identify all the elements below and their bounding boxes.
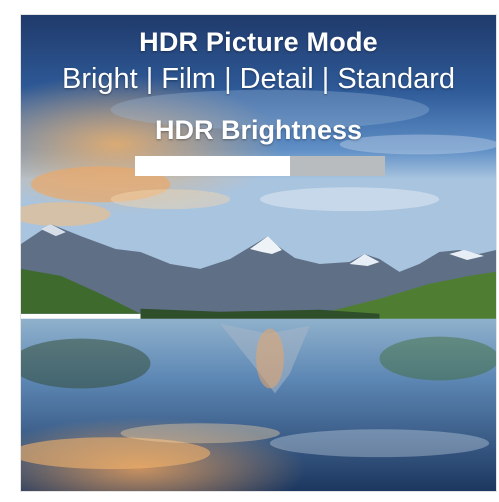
mode-separator: | bbox=[321, 63, 330, 95]
hdr-picture-mode-title: HDR Picture Mode bbox=[139, 27, 378, 57]
hdr-settings-panel: HDR Picture Mode Bright | Film | Detail | Stan… bbox=[20, 14, 497, 492]
picture-mode-options: Bright | Film | Detail | Standard bbox=[21, 63, 496, 96]
mode-separator: | bbox=[224, 63, 232, 95]
mode-separator: | bbox=[145, 63, 154, 95]
mode-option-bright[interactable]: Bright bbox=[62, 63, 138, 95]
mode-option-detail[interactable]: Detail bbox=[240, 63, 314, 95]
screenshot-frame: HDR Picture Mode Bright | Film | Detail | Stan… bbox=[0, 0, 499, 502]
hdr-brightness-slider-fill bbox=[135, 156, 290, 176]
mode-option-standard[interactable]: Standard bbox=[337, 63, 455, 95]
hdr-brightness-slider[interactable] bbox=[135, 156, 385, 176]
mode-option-film[interactable]: Film bbox=[161, 63, 216, 95]
hdr-brightness-label: HDR Brightness bbox=[154, 115, 363, 145]
